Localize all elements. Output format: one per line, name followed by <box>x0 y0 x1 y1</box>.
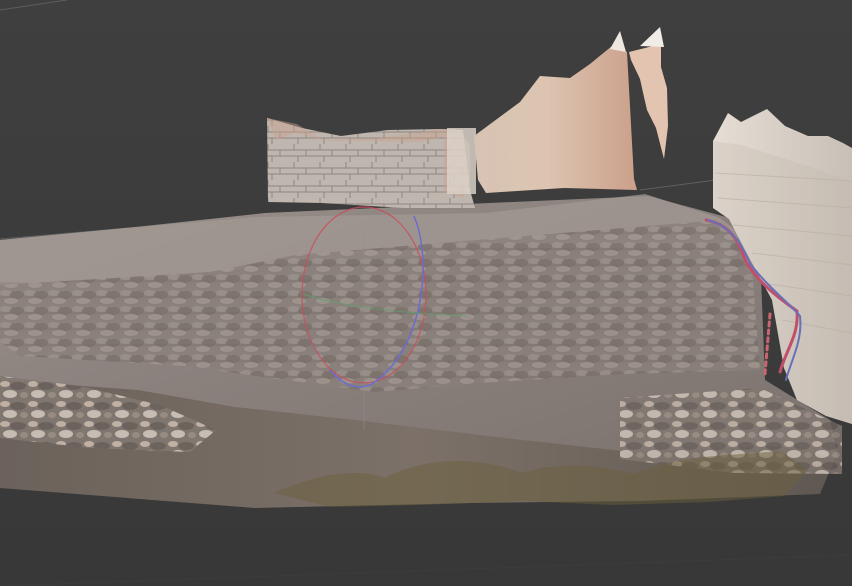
photogrammetry-model-view[interactable] <box>0 0 852 586</box>
3d-viewport[interactable] <box>0 0 852 586</box>
left-wall-column <box>447 128 476 194</box>
